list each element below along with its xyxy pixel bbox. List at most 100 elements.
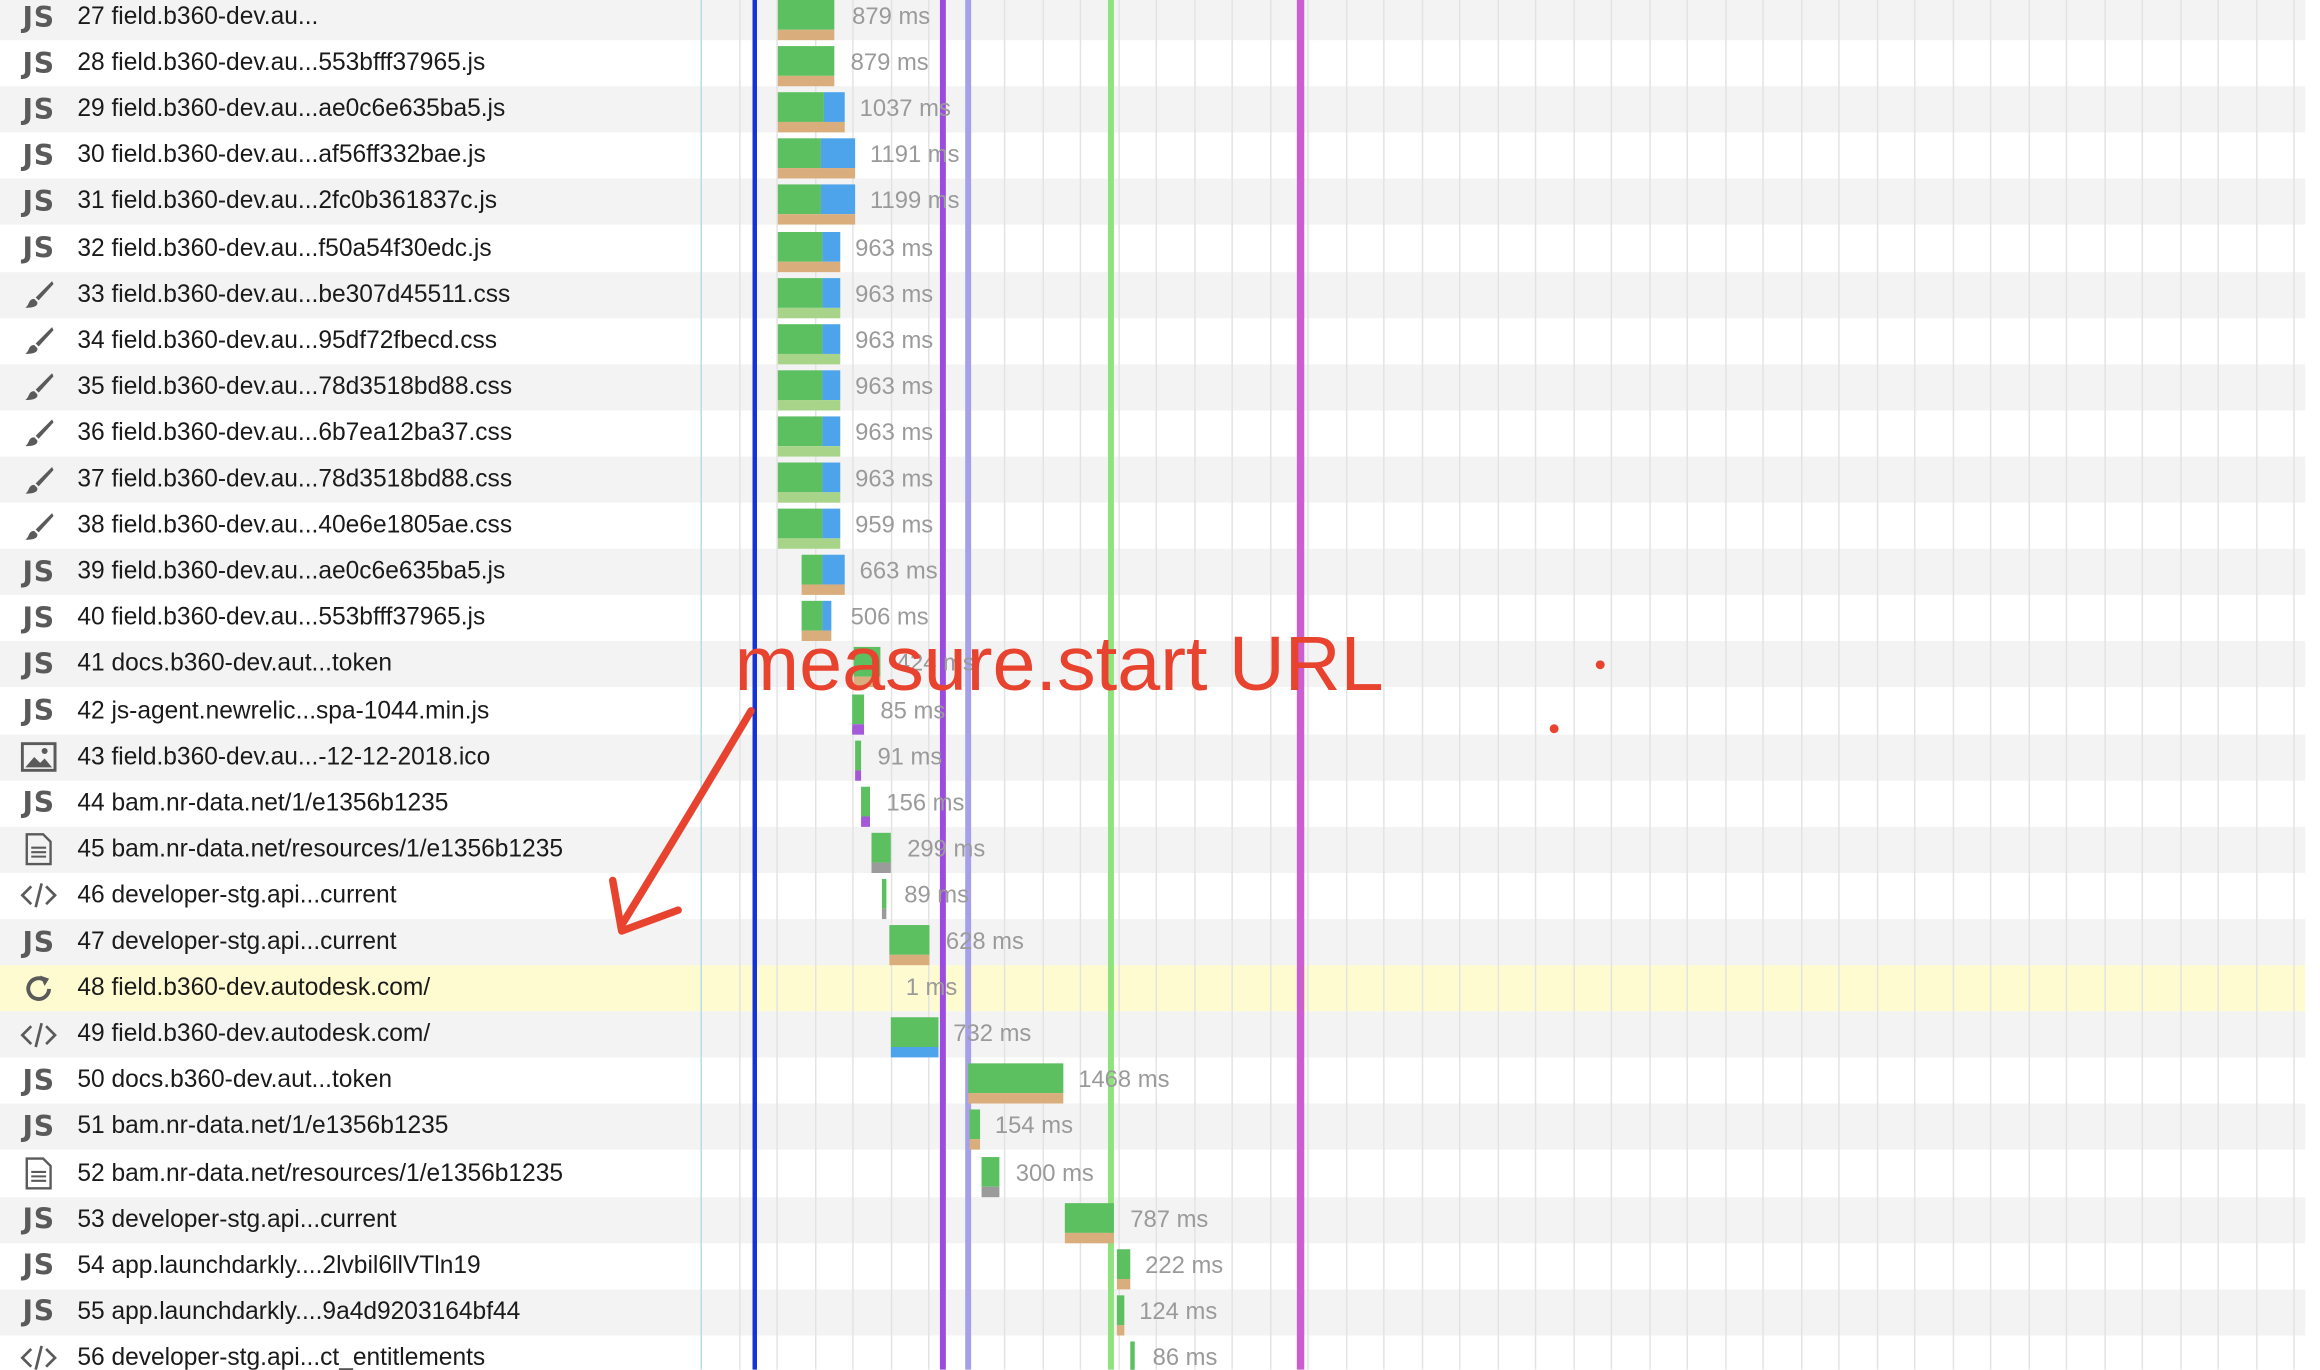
request-row[interactable]: 45 bam.nr-data.net/resources/1/e1356b123… (0, 826, 2306, 873)
request-name: 53 developer-stg.api...current (77, 1205, 397, 1233)
timing-bar-download[interactable] (981, 1186, 1000, 1197)
js-file-icon: JS (22, 787, 55, 820)
timing-bar[interactable] (889, 925, 930, 955)
request-name: 37 field.b360-dev.au...78d3518bd88.css (77, 465, 513, 493)
timing-bar[interactable] (777, 277, 823, 308)
js-file-icon: JS (22, 1249, 55, 1283)
request-row[interactable]: 48 field.b360-dev.autodesk.com/ (0, 965, 2306, 1012)
timing-bar-wait[interactable] (822, 277, 841, 308)
request-row[interactable]: JS 47 developer-stg.api...current (0, 919, 2306, 966)
timing-bar-download[interactable] (801, 584, 845, 596)
request-row[interactable]: 49 field.b360-dev.autodesk.com/ (0, 1011, 2306, 1058)
timing-bar-download[interactable] (1116, 1278, 1131, 1289)
timing-bar-wait[interactable] (822, 370, 841, 400)
timing-bar-download[interactable] (871, 862, 891, 873)
request-name: 49 field.b360-dev.autodesk.com/ (77, 1020, 431, 1048)
timing-bar-download[interactable] (852, 723, 865, 734)
request-row[interactable]: 37 field.b360-dev.au...78d3518bd88.css (0, 456, 2306, 503)
timing-bar[interactable] (777, 231, 823, 262)
timing-bar[interactable] (871, 832, 891, 863)
grid-line (2141, 0, 2144, 1370)
timing-bar-download[interactable] (777, 75, 835, 87)
timing-bar-wait[interactable] (822, 231, 841, 262)
timing-bar[interactable] (801, 555, 823, 585)
request-row[interactable]: JS 29 field.b360-dev.au...ae0c6e635ba5.js (0, 86, 2306, 133)
timing-bar[interactable] (777, 370, 823, 400)
timing-bar-download[interactable] (777, 29, 835, 41)
css-brush-icon (18, 318, 60, 364)
timing-bar-download[interactable] (777, 399, 841, 411)
timing-bar[interactable] (969, 1110, 981, 1140)
timing-bar[interactable] (777, 508, 823, 539)
timing-bar[interactable] (777, 0, 835, 30)
request-row[interactable]: JS 32 field.b360-dev.au...f50a54f30edc.js (0, 225, 2305, 271)
timing-bar-wait[interactable] (820, 138, 856, 169)
timing-bar-download[interactable] (969, 1139, 981, 1151)
timing-bar-download[interactable] (777, 538, 841, 549)
timing-bar[interactable] (777, 184, 821, 215)
request-row[interactable]: 33 field.b360-dev.au...be307d45511.css (0, 271, 2306, 318)
timing-bar-download[interactable] (890, 1047, 939, 1058)
timing-bar-wait[interactable] (822, 416, 841, 446)
request-row[interactable]: JS 44 bam.nr-data.net/1/e1356b1235 (0, 780, 2305, 826)
timing-bar-wait[interactable] (822, 508, 841, 539)
request-row[interactable]: JS 27 field.b360-dev.au... (0, 0, 2306, 41)
timing-bar-download[interactable] (889, 954, 930, 966)
timing-bar[interactable] (777, 92, 824, 123)
request-row[interactable]: JS 31 field.b360-dev.au...2fc0b361837c.js (0, 179, 2306, 226)
timing-bar[interactable] (777, 46, 835, 76)
timing-bar[interactable] (1116, 1248, 1131, 1279)
timing-bar-download[interactable] (777, 353, 841, 364)
timing-bar[interactable] (777, 416, 823, 446)
grid-line (700, 0, 702, 1370)
timing-bar-download[interactable] (881, 908, 887, 919)
request-row[interactable]: 36 field.b360-dev.au...6b7ea12ba37.css (0, 410, 2305, 456)
request-name: 54 app.launchdarkly....2lvbil6llVTln19 (77, 1251, 481, 1279)
timing-bar-download[interactable] (777, 445, 841, 457)
request-name: 45 bam.nr-data.net/resources/1/e1356b123… (77, 835, 563, 863)
timing-bar-download[interactable] (777, 168, 856, 179)
timing-bar[interactable] (1130, 1341, 1135, 1370)
duration-label: 156 ms (886, 790, 965, 817)
timing-bar[interactable] (777, 462, 823, 493)
js-file-icon: JS (22, 46, 55, 80)
request-row[interactable]: 38 field.b360-dev.au...40e6e1805ae.css (0, 503, 2305, 549)
timing-bar[interactable] (1064, 1202, 1114, 1233)
timing-bar-download[interactable] (1064, 1232, 1114, 1243)
duration-label: 86 ms (1152, 1345, 1218, 1370)
timing-bar[interactable] (968, 1063, 1064, 1094)
image-icon (18, 734, 60, 780)
request-row[interactable]: JS 30 field.b360-dev.au...af56ff332bae.js (0, 133, 2305, 179)
timing-bar[interactable] (777, 323, 823, 354)
request-row[interactable]: 46 developer-stg.api...current (0, 873, 2305, 919)
timing-bar-wait[interactable] (820, 184, 856, 215)
request-row[interactable]: 34 field.b360-dev.au...95df72fbecd.css (0, 318, 2305, 364)
timing-bar-download[interactable] (777, 214, 856, 226)
timing-bar-download[interactable] (777, 261, 841, 272)
timing-bar-download[interactable] (1116, 1324, 1125, 1336)
timing-bar-wait[interactable] (822, 555, 845, 585)
request-row[interactable]: JS 28 field.b360-dev.au...553bfff37965.js (0, 40, 2305, 86)
timing-bar[interactable] (855, 740, 862, 770)
timing-bar[interactable] (890, 1017, 939, 1048)
timing-bar-download[interactable] (968, 1093, 1064, 1104)
timing-bar-download[interactable] (777, 122, 845, 133)
request-row[interactable]: JS 39 field.b360-dev.au...ae0c6e635ba5.js (0, 549, 2306, 596)
timing-bar-download[interactable] (861, 816, 871, 827)
request-row[interactable]: 43 field.b360-dev.au...-12-12-2018.ico (0, 734, 2306, 781)
timing-bar-download[interactable] (777, 492, 841, 503)
timing-bar[interactable] (981, 1156, 1000, 1187)
timing-bar-download[interactable] (777, 307, 841, 318)
timing-bar[interactable] (777, 138, 821, 169)
request-row[interactable]: 52 bam.nr-data.net/resources/1/e1356b123… (0, 1150, 2305, 1196)
duration-label: 663 ms (859, 559, 938, 585)
timing-bar[interactable] (881, 878, 887, 909)
timing-bar[interactable] (861, 786, 871, 817)
timing-bar[interactable] (1116, 1295, 1125, 1325)
timing-bar-wait[interactable] (823, 92, 845, 123)
request-row[interactable]: 35 field.b360-dev.au...78d3518bd88.css (0, 364, 2306, 411)
timing-bar-download[interactable] (855, 769, 862, 781)
timing-bar-wait[interactable] (822, 323, 841, 354)
request-row[interactable]: JS 51 bam.nr-data.net/1/e1356b1235 (0, 1104, 2306, 1151)
timing-bar-wait[interactable] (822, 462, 841, 493)
